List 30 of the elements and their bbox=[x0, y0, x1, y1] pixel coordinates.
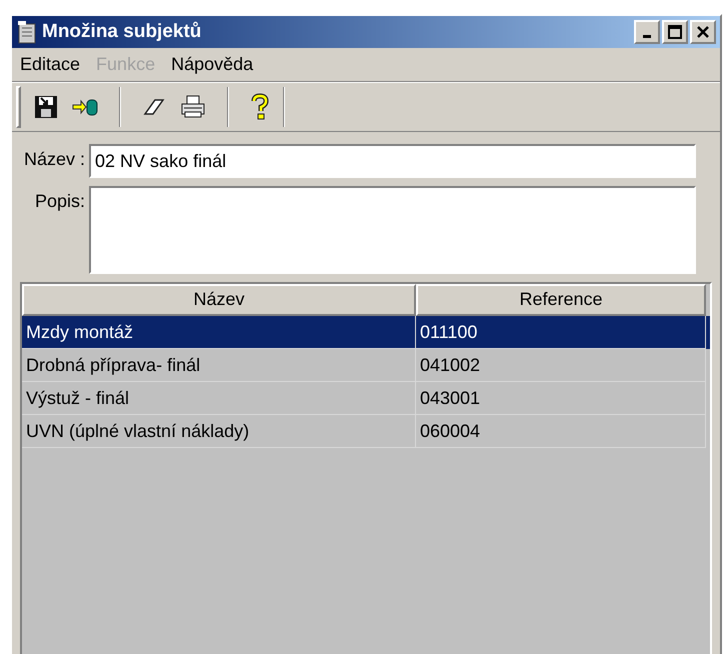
window-icon bbox=[16, 20, 38, 44]
table-cell: 060004 bbox=[416, 415, 706, 448]
table-cell: Výstuž - finál bbox=[22, 382, 416, 415]
column-header[interactable]: Název bbox=[22, 284, 416, 316]
name-field[interactable]: 02 NV sako finál bbox=[89, 144, 696, 178]
table-row[interactable]: Výstuž - finál 043001 bbox=[22, 382, 706, 415]
table-cell: Drobná příprava- finál bbox=[22, 349, 416, 382]
menu-item[interactable]: Nápověda bbox=[171, 51, 254, 78]
maximize-button[interactable] bbox=[662, 20, 688, 44]
close-icon bbox=[696, 25, 710, 39]
window-title: Množina subjektů bbox=[42, 20, 202, 44]
table-cell: Mzdy montáž bbox=[22, 316, 416, 349]
description-field[interactable] bbox=[89, 186, 696, 274]
table-row[interactable]: UVN (úplné vlastní náklady) 060004 bbox=[22, 415, 706, 448]
table-cell: 041002 bbox=[416, 349, 706, 382]
minimize-icon bbox=[643, 35, 651, 38]
table-cell: 011100 bbox=[416, 316, 706, 349]
help-icon[interactable] bbox=[249, 93, 271, 121]
minimize-button[interactable] bbox=[634, 20, 660, 44]
menu-item[interactable]: Editace bbox=[20, 51, 80, 78]
field-label: Popis: bbox=[34, 190, 86, 213]
table-row[interactable]: Mzdy montáž 011100 bbox=[22, 316, 710, 349]
table-cell: UVN (úplné vlastní náklady) bbox=[22, 415, 416, 448]
table-row[interactable]: Drobná příprava- finál 041002 bbox=[22, 349, 706, 382]
column-header[interactable]: Reference bbox=[416, 284, 706, 316]
printer-icon[interactable] bbox=[179, 94, 207, 120]
close-button[interactable] bbox=[690, 20, 716, 44]
table-cell: 043001 bbox=[416, 382, 706, 415]
maximize-icon bbox=[668, 25, 682, 39]
field-label: Název : bbox=[24, 148, 86, 171]
